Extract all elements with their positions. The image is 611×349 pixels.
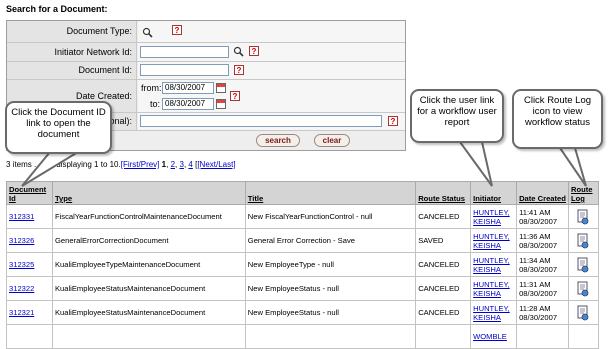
document-type-cell: KualiEmployeeTypeMaintenanceDocument	[51, 252, 246, 277]
route-status-cell: SAVED	[415, 228, 472, 253]
table-row: 312331 FiscalYearFunctionControlMaintenan…	[6, 204, 600, 229]
route-log-icon[interactable]	[576, 281, 590, 297]
route-status-cell: CANCELED	[415, 252, 472, 277]
initiator-link[interactable]: HUNTLEY, KEISHA	[470, 204, 518, 229]
route-status-cell: CANCELED	[415, 204, 472, 229]
document-type-cell: KualiEmployeeStatusMaintenanceDocument	[51, 276, 246, 301]
callout-user: Click the user link for a workflow user …	[410, 89, 504, 143]
document-id-row: Document Id: ?	[7, 62, 405, 80]
table-row: 312321 KualiEmployeeStatusMaintenanceDocu…	[6, 300, 600, 325]
initiator-link[interactable]: HUNTLEY, KEISHA	[470, 300, 518, 325]
document-id-link[interactable]	[6, 324, 53, 349]
results-table: Document Id Type Title Route Status Init…	[6, 181, 600, 349]
document-type-cell: KualiEmployeeStatusMaintenanceDocument	[51, 300, 246, 325]
document-type-label: Document Type:	[7, 21, 137, 42]
column-header-title[interactable]: Title	[244, 181, 417, 205]
document-title-cell: New EmployeeType - null	[244, 252, 417, 277]
to-label: to:	[150, 99, 161, 109]
document-type-cell: FiscalYearFunctionControlMaintenanceDocu…	[51, 204, 246, 229]
document-id-label: Document Id:	[7, 62, 137, 79]
initiator-link[interactable]: HUNTLEY, KEISHA	[470, 276, 518, 301]
date-created-help-icon[interactable]: ?	[230, 91, 240, 101]
initiator-lookup-icon[interactable]	[233, 46, 244, 57]
initiator-row: Initiator Network Id: ?	[7, 43, 405, 62]
to-date-input[interactable]: 08/30/2007	[162, 98, 214, 110]
document-type-help-icon[interactable]: ?	[172, 25, 182, 35]
route-log-cell	[567, 204, 600, 229]
document-id-input[interactable]	[140, 64, 229, 76]
document-type-lookup-icon[interactable]	[142, 27, 153, 38]
document-title-cell: New EmployeeStatus - null	[244, 276, 417, 301]
from-label: from:	[141, 83, 162, 93]
initiator-link[interactable]: HUNTLEY, KEISHA	[470, 228, 518, 253]
document-id-link[interactable]: 312326	[6, 228, 53, 253]
date-created-cell: 11:36 AM 08/30/2007	[516, 228, 569, 253]
document-id-link[interactable]: 312321	[6, 300, 53, 325]
optional-help-icon[interactable]: ?	[388, 116, 398, 126]
pagination: 3 items ... ed, displaying 1 to 10.[Firs…	[6, 160, 236, 169]
document-title-cell: New EmployeeStatus - null	[244, 300, 417, 325]
route-log-icon[interactable]	[576, 233, 590, 249]
column-header-document-id[interactable]: Document Id	[6, 181, 53, 205]
table-row: 312325 KualiEmployeeTypeMaintenanceDocume…	[6, 252, 600, 277]
document-id-help-icon[interactable]: ?	[234, 65, 244, 75]
initiator-link[interactable]: WOMBLE	[470, 324, 518, 349]
table-row: 312322 KualiEmployeeStatusMaintenanceDocu…	[6, 276, 600, 301]
initiator-input[interactable]	[140, 46, 229, 58]
column-header-date-created[interactable]: Date Created	[516, 181, 569, 205]
route-log-icon[interactable]	[576, 305, 590, 321]
route-status-cell: CANCELED	[415, 276, 472, 301]
initiator-label: Initiator Network Id:	[7, 43, 137, 61]
route-log-icon[interactable]	[576, 209, 590, 225]
route-log-cell	[567, 276, 600, 301]
table-row: WOMBLE	[6, 324, 600, 349]
next-last-link[interactable]: [Next/Last]	[197, 160, 235, 169]
callout-route-log: Click Route Log icon to view workflow st…	[512, 89, 603, 149]
optional-input[interactable]	[140, 115, 382, 127]
callout-user-pointer	[458, 141, 493, 187]
first-prev-link[interactable]: [First/Prev]	[121, 160, 160, 169]
date-created-cell	[516, 324, 569, 349]
callout-doc-id: Click the Document ID link to open the d…	[5, 101, 112, 154]
from-date-input[interactable]: 08/30/2007	[162, 82, 214, 94]
table-row: 312326 GeneralErrorCorrectionDocument Gene…	[6, 228, 600, 253]
route-log-icon[interactable]	[576, 257, 590, 273]
initiator-link[interactable]: HUNTLEY, KEISHA	[470, 252, 518, 277]
document-type-row: Document Type: ?	[7, 21, 405, 43]
route-status-cell	[415, 324, 472, 349]
column-header-route-status[interactable]: Route Status	[415, 181, 472, 205]
document-id-link[interactable]: 312325	[6, 252, 53, 277]
document-title-cell	[244, 324, 417, 349]
to-calendar-icon[interactable]	[216, 99, 226, 109]
date-created-cell: 11:28 AM 08/30/2007	[516, 300, 569, 325]
page-title: Search for a Document:	[6, 4, 108, 14]
route-log-cell	[567, 252, 600, 277]
document-title-cell: General Error Correction - Save	[244, 228, 417, 253]
route-log-cell	[567, 300, 600, 325]
column-header-initiator[interactable]: Initiator	[470, 181, 518, 205]
initiator-help-icon[interactable]: ?	[249, 46, 259, 56]
clear-button[interactable]: clear	[314, 134, 350, 147]
route-status-cell: CANCELED	[415, 300, 472, 325]
search-button[interactable]: search	[256, 134, 300, 147]
from-calendar-icon[interactable]	[216, 83, 226, 93]
date-created-cell: 11:34 AM 08/30/2007	[516, 252, 569, 277]
route-log-cell	[567, 324, 600, 349]
document-id-link[interactable]: 312331	[6, 204, 53, 229]
document-id-link[interactable]: 312322	[6, 276, 53, 301]
document-title-cell: New FiscalYearFunctionControl - null	[244, 204, 417, 229]
document-type-cell	[51, 324, 246, 349]
document-type-cell: GeneralErrorCorrectionDocument	[51, 228, 246, 253]
page-4-link[interactable]: 4	[188, 160, 192, 169]
table-header-row: Document Id Type Title Route Status Init…	[6, 181, 600, 205]
results-summary: 3 items ... ed, displaying 1 to 10.	[6, 160, 121, 169]
column-header-type[interactable]: Type	[51, 181, 246, 205]
route-log-cell	[567, 228, 600, 253]
date-created-cell: 11:31 AM 08/30/2007	[516, 276, 569, 301]
column-header-route-log: Route Log	[567, 181, 600, 205]
date-created-cell: 11:41 AM 08/30/2007	[516, 204, 569, 229]
